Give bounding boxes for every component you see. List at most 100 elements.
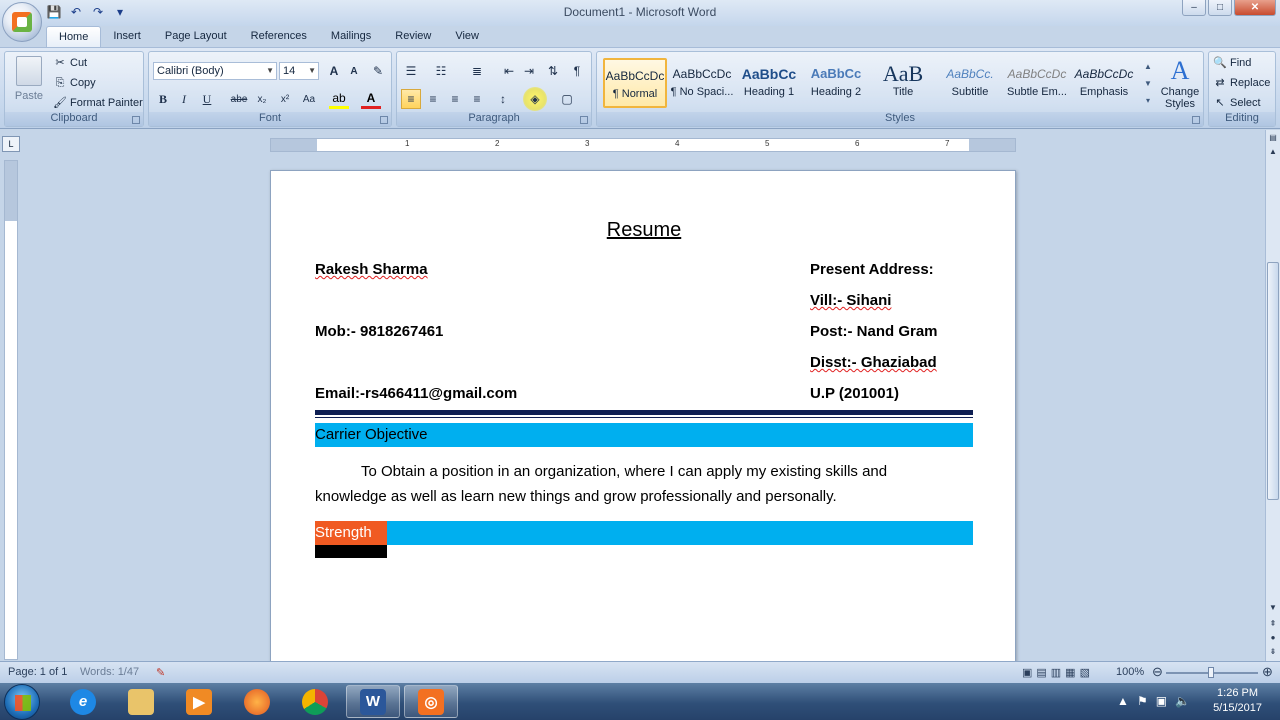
font-color-icon[interactable]: A [361,89,381,109]
style-subtle-emphasis[interactable]: AaBbCcDc Subtle Em... [1005,58,1069,108]
page-count[interactable]: Page: 1 of 1 [8,666,67,678]
subscript-button[interactable]: x₂ [252,89,272,109]
grow-font-button[interactable]: A [324,61,344,81]
superscript-button[interactable]: x² [275,89,295,109]
taskbar-internet-explorer[interactable]: e [56,685,110,718]
tab-home[interactable]: Home [46,26,102,48]
word-count[interactable]: Words: 1/47 [80,666,139,678]
zoom-in-icon[interactable]: ⊕ [1262,664,1273,680]
office-button[interactable] [2,2,42,42]
shading-icon[interactable]: ◈ [523,87,547,111]
horizontal-ruler[interactable]: 1 2 3 4 5 6 7 [270,138,1016,152]
scroll-up-icon[interactable]: ▲ [1267,146,1279,158]
style-heading-2[interactable]: AaBbCc Heading 2 [804,58,868,108]
document-area[interactable]: Resume Rakesh Sharma Mob:- 9818267461 Em… [20,158,1265,661]
view-buttons-icon[interactable]: ▣▤▥▦▧ [1022,666,1094,679]
bullets-icon[interactable]: ☰ [401,61,421,81]
align-right-icon[interactable]: ≡ [445,89,465,109]
change-case-button[interactable]: Aa [299,89,319,109]
align-left-icon[interactable]: ≡ [401,89,421,109]
previous-page-icon[interactable]: ⇞ [1267,618,1279,630]
align-center-icon[interactable]: ≡ [423,89,443,109]
shrink-font-button[interactable]: A [344,61,364,81]
style-heading-1[interactable]: AaBbCc Heading 1 [737,58,801,108]
styles-gallery-scroll[interactable]: ▲ ▼ ▾ [1142,58,1154,110]
find-button[interactable]: 🔍 Find [1213,56,1251,70]
network-icon[interactable]: ▣ [1156,694,1167,708]
taskbar-firefox[interactable] [230,685,284,718]
copy-button[interactable]: ⎘ Copy [53,76,96,90]
scrollbar-thumb[interactable] [1267,262,1279,500]
clock[interactable]: 1:26 PM 5/15/2017 [1213,686,1262,716]
browse-object-icon[interactable]: ● [1267,632,1279,644]
strikethrough-button[interactable]: abe [229,89,249,109]
style-subtitle[interactable]: AaBbCc. Subtitle [938,58,1002,108]
line-spacing-icon[interactable]: ↕ [493,89,513,109]
decrease-indent-icon[interactable]: ⇤ [499,61,519,81]
tab-references[interactable]: References [239,26,319,48]
taskbar-chrome[interactable] [288,685,342,718]
taskbar-word[interactable]: W [346,685,400,718]
numbering-icon[interactable]: ☷ [431,61,451,81]
ruler-number: 6 [855,139,860,148]
next-page-icon[interactable]: ⇟ [1267,646,1279,658]
increase-indent-icon[interactable]: ⇥ [519,61,539,81]
zoom-level[interactable]: 100% [1116,666,1144,678]
justify-icon[interactable]: ≡ [467,89,487,109]
clear-formatting-icon[interactable]: ✎ [368,61,388,81]
tab-view[interactable]: View [443,26,491,48]
clipboard-launcher-icon[interactable] [132,116,140,124]
style-title[interactable]: AaB Title [871,58,935,108]
close-button[interactable]: ✕ [1234,0,1276,16]
style-no-spacing[interactable]: AaBbCcDc ¶ No Spaci... [670,58,734,108]
paste-button[interactable]: Paste [11,56,47,112]
taskbar-recorder[interactable]: ◎ [404,685,458,718]
cut-button[interactable]: ✂ Cut [53,56,87,70]
volume-icon[interactable]: 🔈 [1175,694,1190,708]
taskbar-file-explorer[interactable] [114,685,168,718]
scroll-down-icon[interactable]: ▼ [1267,602,1279,614]
tab-selector-icon[interactable]: L [2,136,20,152]
underline-button[interactable]: U [197,89,217,109]
format-painter-button[interactable]: 🖌 Format Painter [53,96,143,110]
taskbar-media-player[interactable]: ▶ [172,685,226,718]
select-button[interactable]: ↖ Select [1213,96,1260,110]
tab-mailings[interactable]: Mailings [319,26,383,48]
styles-launcher-icon[interactable] [1192,116,1200,124]
minimize-button[interactable]: – [1182,0,1206,16]
highlight-icon[interactable]: ab [329,89,349,109]
zoom-out-icon[interactable]: ⊖ [1152,664,1163,680]
style-name: Subtle Em... [1007,86,1067,98]
font-launcher-icon[interactable] [380,116,388,124]
action-center-icon[interactable]: ⚑ [1137,694,1148,708]
title-bar: 💾 ↶ ↷ ▾ Document1 - Microsoft Word – □ ✕ [0,0,1280,26]
tab-review[interactable]: Review [383,26,443,48]
show-hide-icon[interactable]: ¶ [567,61,587,81]
tab-page-layout[interactable]: Page Layout [153,26,239,48]
replace-button[interactable]: ⇄ Replace [1213,76,1270,90]
style-emphasis[interactable]: AaBbCcDc Emphasis [1072,58,1136,108]
strength-heading: Strength [315,521,387,545]
multilevel-list-icon[interactable]: ≣ [467,61,487,81]
zoom-slider-knob[interactable] [1208,667,1214,678]
maximize-button[interactable]: □ [1208,0,1232,16]
style-normal[interactable]: AaBbCcDc ¶ Normal [603,58,667,108]
change-styles-button[interactable]: A Change Styles [1159,56,1201,110]
vertical-scrollbar[interactable]: ▤ ▲ ▼ ⇞ ● ⇟ [1265,130,1280,661]
start-button[interactable] [4,684,40,720]
cut-label: Cut [70,57,88,69]
bold-button[interactable]: B [153,89,173,109]
font-name-combo[interactable]: Calibri (Body) ▼ [153,62,277,80]
paragraph-launcher-icon[interactable] [580,116,588,124]
font-name-value: Calibri (Body) [157,65,224,77]
vertical-ruler[interactable] [4,160,18,660]
show-hidden-icons-icon[interactable]: ▲ [1117,694,1129,708]
borders-icon[interactable]: ▢ [557,89,577,109]
proofing-icon[interactable]: ✎ [156,666,165,679]
sort-icon[interactable]: ⇅ [543,61,563,81]
view-ruler-icon[interactable]: ▤ [1267,132,1279,144]
font-size-combo[interactable]: 14 ▼ [279,62,319,80]
tab-insert[interactable]: Insert [101,26,153,48]
italic-button[interactable]: I [174,89,194,109]
document-page[interactable]: Resume Rakesh Sharma Mob:- 9818267461 Em… [270,170,1016,661]
